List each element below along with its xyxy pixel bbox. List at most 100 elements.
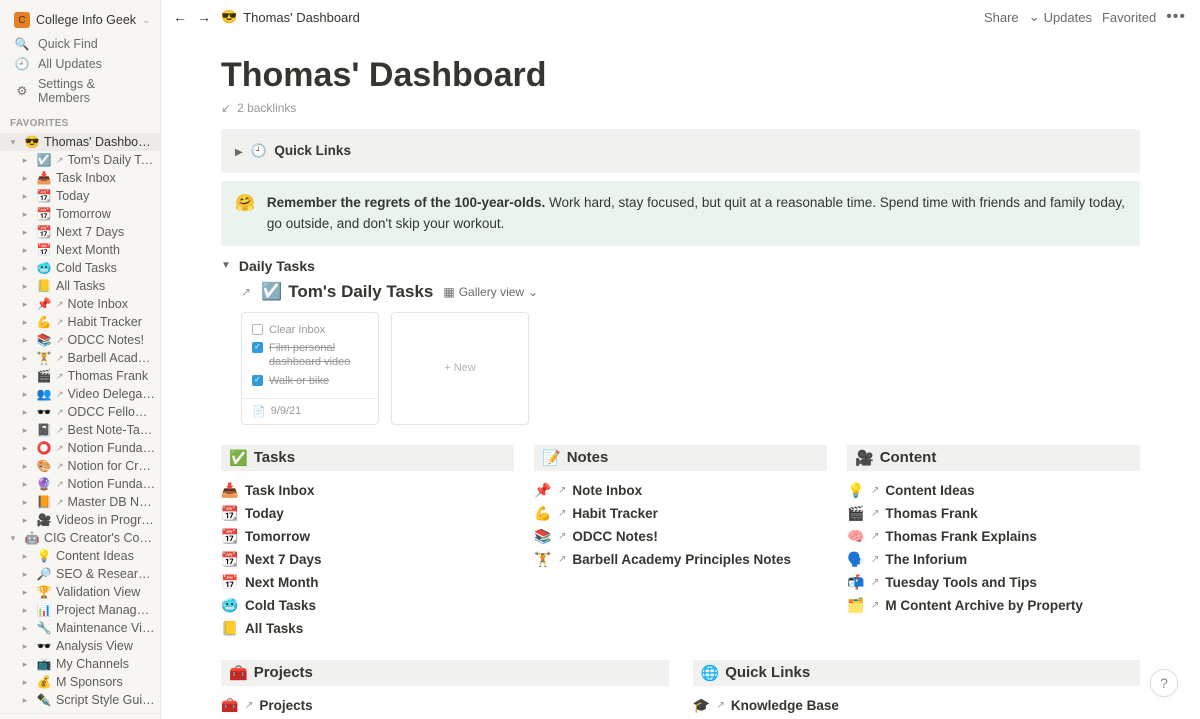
toggle-triangle-icon[interactable]: ▸ [18,281,32,292]
sidebar-util-0[interactable]: 🔍Quick Find [0,34,160,54]
sidebar-item[interactable]: ▸💪↗Habit Tracker [0,313,160,331]
page-link[interactable]: 🧰↗Projects [221,694,669,717]
page-link[interactable]: 📚↗ODCC Notes! [534,525,827,548]
toggle-triangle-icon[interactable]: ▸ [18,605,32,616]
sidebar-item[interactable]: ▸🥶Cold Tasks [0,259,160,277]
sidebar-item[interactable]: ▸☑️↗Tom's Daily Tasks [0,151,160,169]
sidebar-item[interactable]: ▸📒All Tasks [0,277,160,295]
favorited-button[interactable]: Favorited [1102,10,1156,25]
workspace-switcher[interactable]: C College Info Geek ⌄ [0,0,160,34]
sidebar-item[interactable]: ▸📆Next 7 Days [0,223,160,241]
new-card-button[interactable]: + New [391,312,529,425]
sidebar-item[interactable]: ▸🔧Maintenance View [0,619,160,637]
page-link[interactable]: 🗣️↗The Inforium [847,548,1140,571]
page-link[interactable]: 🥶Cold Tasks [221,594,514,617]
sidebar-item[interactable]: ▸👥↗Video Delegation [0,385,160,403]
page-link[interactable]: 🗂️↗M Content Archive by Property [847,594,1140,617]
page-link[interactable]: 📆Next 7 Days [221,548,514,571]
toggle-triangle-icon[interactable]: ▸ [18,695,32,706]
page-link[interactable]: 📅Next Month [221,571,514,594]
page-title[interactable]: Thomas' Dashboard [221,56,1140,95]
toggle-triangle-icon[interactable]: ▸ [18,659,32,670]
sidebar-item[interactable]: ▾🤖CIG Creator's Compan... [0,529,160,547]
sidebar-item[interactable]: ▸🎨↗Notion for Creat... [0,457,160,475]
sidebar-item[interactable]: ▸📅Next Month [0,241,160,259]
sidebar-item[interactable]: ▸🏆Validation View [0,583,160,601]
toggle-triangle-icon[interactable]: ▸ [18,173,32,184]
sidebar-item[interactable]: ▸🎥Videos in Progress [0,511,160,529]
toggle-triangle-icon[interactable]: ▸ [18,389,32,400]
toggle-triangle-icon[interactable]: ▸ [18,677,32,688]
checkbox[interactable] [252,375,263,386]
sidebar-item[interactable]: ▸🎬↗Thomas Frank [0,367,160,385]
page-link[interactable]: 📒All Tasks [221,617,514,640]
sidebar-item[interactable]: ▸✒️Script Style Guide [0,691,160,709]
linked-db-title[interactable]: ☑️ Tom's Daily Tasks [261,282,433,302]
new-page-button[interactable]: + New page [0,713,160,719]
toggle-triangle-icon[interactable]: ▸ [18,461,32,472]
checkbox[interactable] [252,342,263,353]
page-link[interactable]: 🏋️↗Barbell Academy Principles Notes [534,548,827,571]
toggle-triangle-icon[interactable]: ▸ [18,299,32,310]
toggle-triangle-icon[interactable]: ▸ [18,227,32,238]
sidebar-util-1[interactable]: 🕘All Updates [0,54,160,74]
toggle-triangle-icon[interactable]: ▸ [18,371,32,382]
sidebar-item[interactable]: ▸💡Content Ideas [0,547,160,565]
sidebar-item[interactable]: ▸🕶️Analysis View [0,637,160,655]
page-link[interactable]: 📌↗Note Inbox [534,479,827,502]
toggle-triangle-icon[interactable]: ▸ [18,443,32,454]
page-link[interactable]: 📆Tomorrow [221,525,514,548]
toggle-triangle-icon[interactable]: ▸ [18,353,32,364]
daily-tasks-toggle[interactable]: ▼ Daily Tasks [221,258,1140,274]
sidebar-item[interactable]: ▸📌↗Note Inbox [0,295,160,313]
sidebar-item[interactable]: ▸📥Task Inbox [0,169,160,187]
sidebar-item[interactable]: ▸📺My Channels [0,655,160,673]
gallery-card[interactable]: Clear InboxFilm personal dashboard video… [241,312,379,425]
toggle-triangle-icon[interactable]: ▸ [18,569,32,580]
page-link[interactable]: 🎬↗Thomas Frank [847,502,1140,525]
share-button[interactable]: Share [984,10,1019,25]
toggle-triangle-icon[interactable]: ▶ [235,147,243,158]
toggle-triangle-icon[interactable]: ▸ [18,245,32,256]
toggle-triangle-icon[interactable]: ▸ [18,641,32,652]
toggle-triangle-icon[interactable]: ▸ [18,407,32,418]
toggle-triangle-icon[interactable]: ▾ [6,137,20,148]
toggle-triangle-icon[interactable]: ▸ [18,623,32,634]
toggle-triangle-icon[interactable]: ▸ [18,335,32,346]
nav-forward-button[interactable]: → [197,9,211,25]
sidebar-item[interactable]: ▸🏋️↗Barbell Academy ... [0,349,160,367]
breadcrumb[interactable]: 😎 Thomas' Dashboard [221,9,360,25]
toggle-triangle-icon[interactable]: ▸ [18,425,32,436]
sidebar-item[interactable]: ▸💰M Sponsors [0,673,160,691]
more-menu-button[interactable]: ••• [1166,8,1186,26]
toggle-triangle-icon[interactable]: ▸ [18,497,32,508]
sidebar-item[interactable]: ▸📆Today [0,187,160,205]
toggle-triangle-icon[interactable]: ▸ [18,587,32,598]
toggle-triangle-icon[interactable]: ▸ [18,515,32,526]
page-link[interactable]: 📥Task Inbox [221,479,514,502]
nav-back-button[interactable]: ← [173,9,187,25]
toggle-triangle-icon[interactable]: ▸ [18,209,32,220]
page-link[interactable]: 💡↗Content Ideas [847,479,1140,502]
toggle-triangle-icon[interactable]: ▸ [18,479,32,490]
sidebar-item[interactable]: ▸🕶️↗ODCC Fellowship [0,403,160,421]
toggle-triangle-icon[interactable]: ▸ [18,551,32,562]
sidebar-item[interactable]: ▸📊Project Manager View [0,601,160,619]
page-link[interactable]: 🎓↗Knowledge Base [693,694,1141,717]
sidebar-util-2[interactable]: ⚙Settings & Members [0,74,160,108]
help-button[interactable]: ? [1150,669,1178,697]
toggle-triangle-icon[interactable]: ▸ [18,317,32,328]
sidebar-item[interactable]: ▸🔮↗Notion Fundame... [0,475,160,493]
sidebar-item[interactable]: ▸📚↗ODCC Notes! [0,331,160,349]
toggle-triangle-icon[interactable]: ▾ [6,533,20,544]
page-link[interactable]: 📆Today [221,502,514,525]
sidebar-item[interactable]: ▾😎Thomas' Dashboard [0,133,160,151]
page-link[interactable]: 🧠↗Thomas Frank Explains [847,525,1140,548]
sidebar-item[interactable]: ▸📆Tomorrow [0,205,160,223]
page-link[interactable]: 📬↗Tuesday Tools and Tips [847,571,1140,594]
sidebar-item[interactable]: ▸⭕↗Notion Fundame... [0,439,160,457]
checkbox[interactable] [252,324,263,335]
updates-button[interactable]: ⌄ Updates [1029,9,1092,25]
sidebar-item[interactable]: ▸📓↗Best Note-Taking... [0,421,160,439]
view-switcher[interactable]: ▦ Gallery view ⌄ [443,285,538,299]
